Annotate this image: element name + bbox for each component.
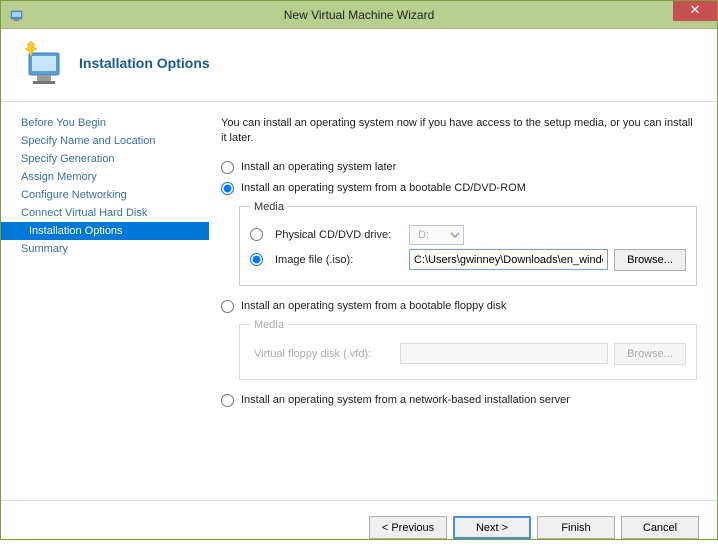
radio-image-file[interactable] (250, 253, 263, 266)
cancel-button[interactable]: Cancel (621, 516, 699, 539)
physical-drive-select[interactable]: D: (409, 225, 464, 245)
radio-install-later[interactable] (221, 161, 234, 174)
cd-media-legend: Media (250, 201, 288, 213)
window-title: New Virtual Machine Wizard (284, 8, 435, 22)
label-install-network: Install an operating system from a netwo… (241, 394, 570, 406)
sidebar-item-assign-memory[interactable]: Assign Memory (1, 168, 209, 186)
option-install-network[interactable]: Install an operating system from a netwo… (221, 394, 697, 407)
label-install-later: Install an operating system later (241, 161, 396, 173)
sidebar-item-before-you-begin[interactable]: Before You Begin (1, 114, 209, 132)
content: Before You Begin Specify Name and Locati… (1, 102, 717, 500)
titlebar: New Virtual Machine Wizard ✕ (1, 1, 717, 29)
radio-install-floppy[interactable] (221, 300, 234, 313)
sidebar-item-configure-networking[interactable]: Configure Networking (1, 186, 209, 204)
radio-install-network[interactable] (221, 394, 234, 407)
image-file-row[interactable]: Image file (.iso): Browse... (250, 249, 686, 271)
label-image-file: Image file (.iso): (275, 254, 403, 266)
radio-install-cd[interactable] (221, 182, 234, 195)
finish-button[interactable]: Finish (537, 516, 615, 539)
label-install-cd: Install an operating system from a boota… (241, 182, 526, 194)
sidebar-item-specify-generation[interactable]: Specify Generation (1, 150, 209, 168)
option-install-cd[interactable]: Install an operating system from a boota… (221, 182, 697, 195)
sidebar-item-summary[interactable]: Summary (1, 240, 209, 258)
sidebar-item-connect-vhd[interactable]: Connect Virtual Hard Disk (1, 204, 209, 222)
intro-text: You can install an operating system now … (221, 116, 697, 147)
browse-iso-button[interactable]: Browse... (614, 249, 686, 271)
browse-vfd-button: Browse... (614, 343, 686, 365)
cd-media-group: Media Physical CD/DVD drive: D: Image fi… (239, 201, 697, 286)
iso-path-input[interactable] (409, 249, 608, 270)
sidebar: Before You Begin Specify Name and Locati… (1, 102, 209, 500)
footer: < Previous Next > Finish Cancel (1, 500, 717, 554)
option-install-later[interactable]: Install an operating system later (221, 161, 697, 174)
sidebar-item-specify-name[interactable]: Specify Name and Location (1, 132, 209, 150)
floppy-media-legend: Media (250, 319, 288, 331)
option-install-floppy[interactable]: Install an operating system from a boota… (221, 300, 697, 313)
close-button[interactable]: ✕ (673, 1, 717, 21)
label-install-floppy: Install an operating system from a boota… (241, 300, 506, 312)
sidebar-item-installation-options[interactable]: Installation Options (1, 222, 209, 240)
wizard-header: Installation Options (1, 29, 717, 102)
vfd-path-input (400, 343, 608, 364)
previous-button[interactable]: < Previous (369, 516, 447, 539)
next-button[interactable]: Next > (453, 516, 531, 539)
main-panel: You can install an operating system now … (209, 102, 717, 500)
vfd-row: Virtual floppy disk (.vfd): Browse... (250, 343, 686, 365)
app-icon (9, 7, 25, 23)
label-vfd: Virtual floppy disk (.vfd): (254, 348, 394, 360)
physical-drive-row[interactable]: Physical CD/DVD drive: D: (250, 225, 686, 245)
page-title: Installation Options (79, 55, 210, 71)
wizard-icon (19, 39, 67, 87)
label-physical-drive: Physical CD/DVD drive: (275, 229, 403, 241)
radio-physical-drive[interactable] (250, 228, 263, 241)
floppy-media-group: Media Virtual floppy disk (.vfd): Browse… (239, 319, 697, 380)
